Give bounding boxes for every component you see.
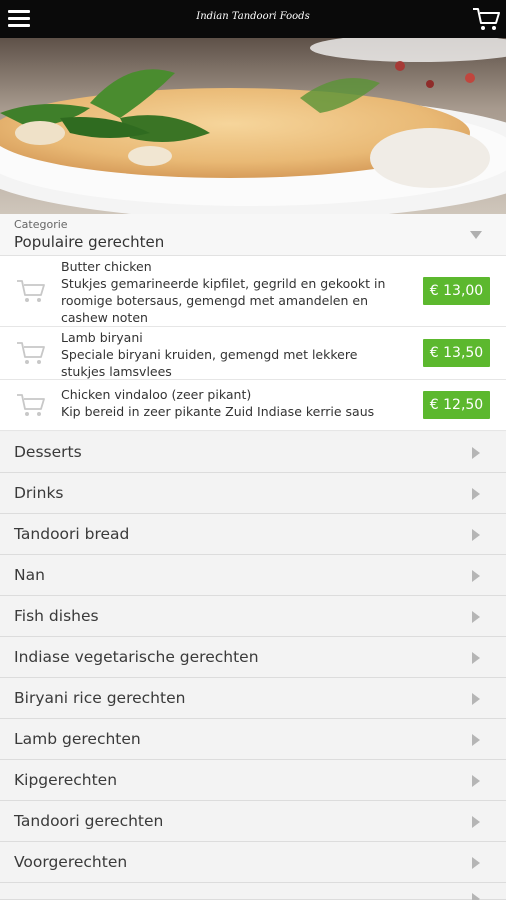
chevron-right-icon xyxy=(472,529,480,541)
category-row-tandoori[interactable]: Tandoori gerechten xyxy=(0,801,506,842)
chevron-right-icon xyxy=(472,734,480,746)
menu-item-name: Butter chicken xyxy=(61,259,152,274)
category-row-biryani[interactable]: Biryani rice gerechten xyxy=(0,678,506,719)
chevron-right-icon xyxy=(472,893,480,900)
menu-item[interactable]: Chicken vindaloo (zeer pikant) Kip berei… xyxy=(0,380,506,431)
category-row-label: Nan xyxy=(14,566,45,584)
category-row-label: Tandoori bread xyxy=(14,525,130,543)
menu-item-description: Speciale biryani kruiden, gemengd met le… xyxy=(61,347,358,379)
menu-item-name: Chicken vindaloo (zeer pikant) xyxy=(61,387,252,402)
chevron-right-icon xyxy=(472,652,480,664)
category-row-label: Voorgerechten xyxy=(14,853,128,871)
category-row-nan[interactable]: Nan xyxy=(0,555,506,596)
category-row-fish-dishes[interactable]: Fish dishes xyxy=(0,596,506,637)
menu-item[interactable]: Butter chicken Stukjes gemarineerde kipf… xyxy=(0,256,506,327)
menu-item-text: Lamb biryani Speciale biryani kruiden, g… xyxy=(61,329,391,380)
category-row-vegetarian[interactable]: Indiase vegetarische gerechten xyxy=(0,637,506,678)
category-row-label: Desserts xyxy=(14,443,82,461)
menu-item-text: Butter chicken Stukjes gemarineerde kipf… xyxy=(61,258,391,326)
chevron-right-icon xyxy=(472,570,480,582)
add-to-cart-icon[interactable] xyxy=(16,339,46,367)
category-label: Categorie xyxy=(14,218,68,231)
add-to-cart-icon[interactable] xyxy=(16,277,46,305)
category-selected-value: Populaire gerechten xyxy=(14,233,165,251)
menu-item-description: Kip bereid in zeer pikante Zuid Indiase … xyxy=(61,404,375,419)
menu-item-description: Stukjes gemarineerde kipfilet, gegrild e… xyxy=(61,276,386,325)
price-button[interactable]: € 13,00 xyxy=(423,277,490,305)
price-button[interactable]: € 12,50 xyxy=(423,391,490,419)
category-row-label: Biryani rice gerechten xyxy=(14,689,186,707)
category-row-tandoori-bread[interactable]: Tandoori bread xyxy=(0,514,506,555)
dropdown-arrow-icon xyxy=(470,231,482,239)
chevron-right-icon xyxy=(472,447,480,459)
category-row-label: Tandoori gerechten xyxy=(14,812,164,830)
category-row-drinks[interactable]: Drinks xyxy=(0,473,506,514)
category-row-kip[interactable]: Kipgerechten xyxy=(0,760,506,801)
menu-item[interactable]: Lamb biryani Speciale biryani kruiden, g… xyxy=(0,327,506,380)
chevron-right-icon xyxy=(472,816,480,828)
chevron-right-icon xyxy=(472,857,480,869)
chevron-right-icon xyxy=(472,611,480,623)
menu-item-name: Lamb biryani xyxy=(61,330,143,345)
category-row-partial[interactable] xyxy=(0,883,506,900)
category-row-label: Indiase vegetarische gerechten xyxy=(14,648,259,666)
category-row-desserts[interactable]: Desserts xyxy=(0,432,506,473)
app-title: Indian Tandoori Foods xyxy=(196,11,310,22)
menu-item-text: Chicken vindaloo (zeer pikant) Kip berei… xyxy=(61,386,391,420)
category-row-label: Lamb gerechten xyxy=(14,730,141,748)
category-selector[interactable]: Categorie Populaire gerechten xyxy=(0,214,506,256)
category-row-voorgerechten[interactable]: Voorgerechten xyxy=(0,842,506,883)
chevron-right-icon xyxy=(472,488,480,500)
category-row-label: Kipgerechten xyxy=(14,771,118,789)
price-button[interactable]: € 13,50 xyxy=(423,339,490,367)
chevron-right-icon xyxy=(472,775,480,787)
hero-food-image xyxy=(0,38,506,214)
top-bar: Indian Tandoori Foods xyxy=(0,0,506,38)
chevron-right-icon xyxy=(472,693,480,705)
cart-icon[interactable] xyxy=(472,6,500,32)
category-row-label: Fish dishes xyxy=(14,607,99,625)
add-to-cart-icon[interactable] xyxy=(16,391,46,419)
category-row-lamb[interactable]: Lamb gerechten xyxy=(0,719,506,760)
category-row-label: Drinks xyxy=(14,484,64,502)
